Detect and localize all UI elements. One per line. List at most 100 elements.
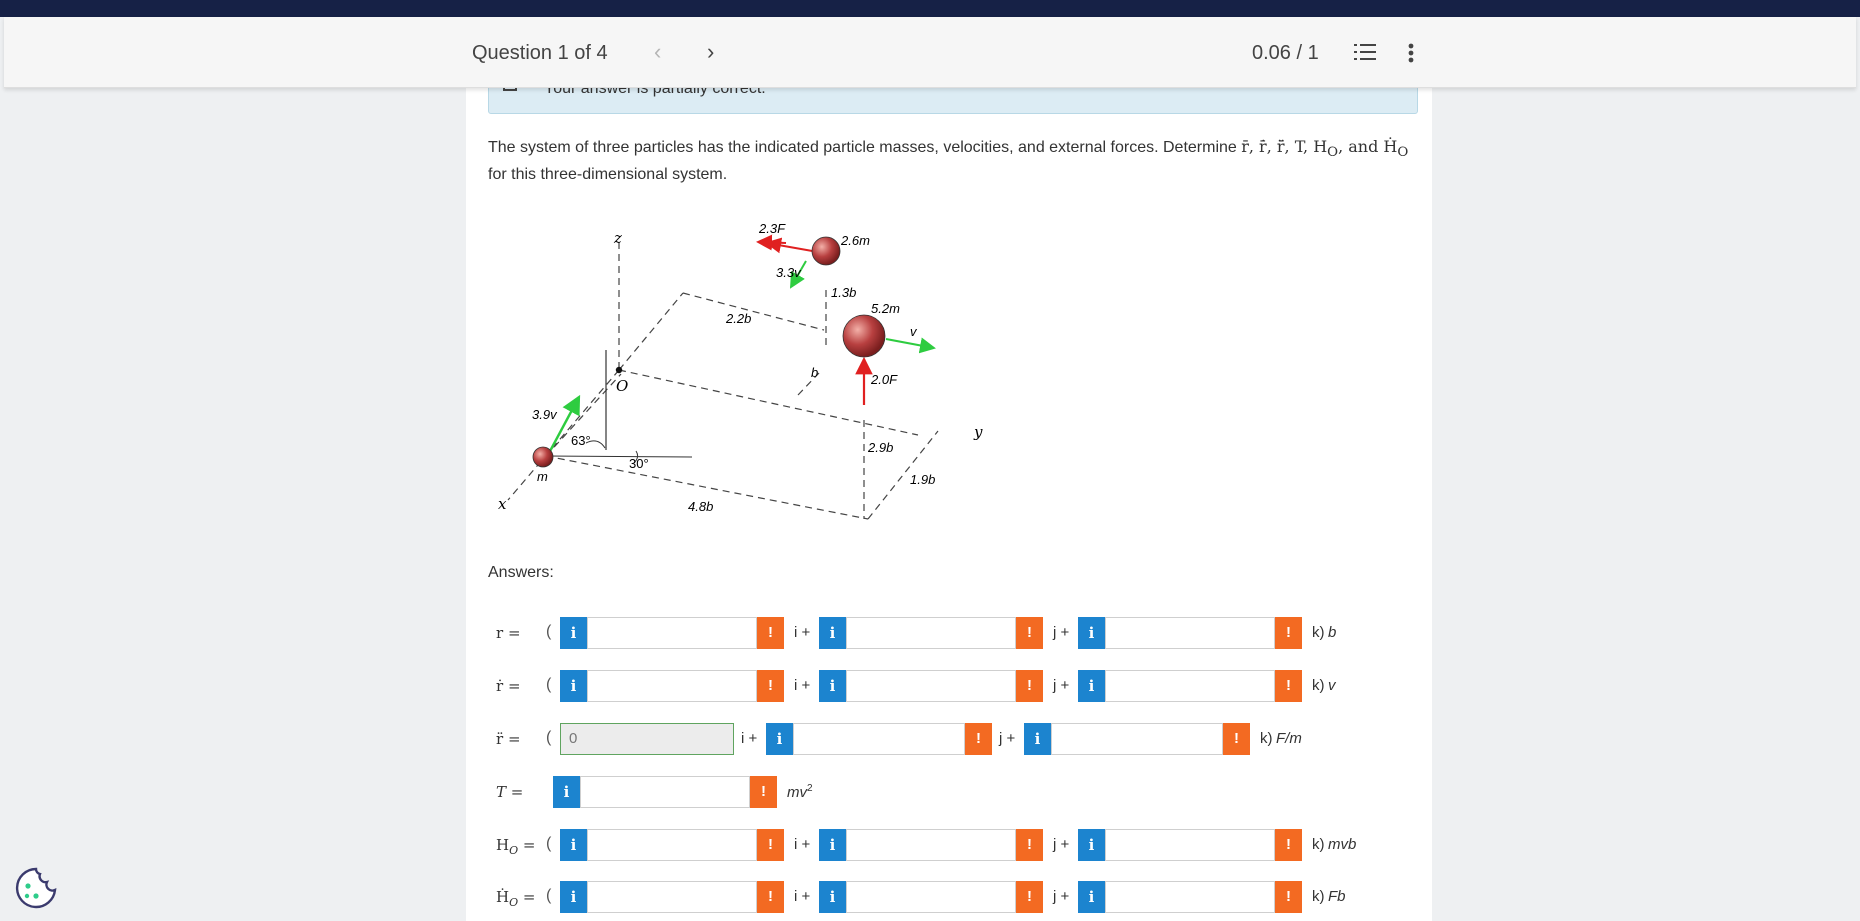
chevron-left-icon[interactable]: ‹	[654, 39, 661, 65]
question-header: Question 1 of 4 ‹ › 0.06 / 1	[4, 17, 1856, 88]
particle-top	[811, 236, 841, 266]
unit-label: v	[1328, 677, 1336, 694]
kebab-menu-icon[interactable]	[1408, 43, 1414, 68]
warning-button[interactable]: !	[1016, 617, 1043, 649]
chevron-right-icon[interactable]: ›	[707, 39, 714, 65]
warning-button[interactable]: !	[757, 617, 784, 649]
warning-button[interactable]: !	[1016, 670, 1043, 702]
info-button[interactable]: i	[819, 617, 846, 649]
rdot-i-input[interactable]	[587, 670, 757, 702]
particle-left	[532, 446, 554, 468]
warning-button[interactable]: !	[1016, 829, 1043, 861]
answer-row-r-ddot: r̈ = ( 0 i + i ! j + i ! k) F/m	[488, 722, 1488, 756]
warning-button[interactable]: !	[1275, 881, 1302, 913]
label-force-top: 2.3F	[758, 221, 786, 236]
hodot-j-input[interactable]	[846, 881, 1016, 913]
list-icon[interactable]	[1354, 42, 1376, 67]
info-button[interactable]: i	[553, 776, 580, 808]
info-button[interactable]: i	[1078, 881, 1105, 913]
row-label: ṙ =	[496, 677, 521, 695]
info-button[interactable]: i	[1078, 829, 1105, 861]
warning-button[interactable]: !	[965, 723, 992, 755]
question-and: , and Ḣ	[1338, 137, 1398, 156]
score-display: 0.06 / 1	[1252, 42, 1319, 64]
question-text-after: for this three-dimensional system.	[488, 166, 728, 184]
i-label: i +	[741, 730, 758, 747]
info-button[interactable]: i	[1078, 617, 1105, 649]
warning-button[interactable]: !	[1275, 829, 1302, 861]
warning-button[interactable]: !	[757, 670, 784, 702]
rddot-k-input[interactable]	[1051, 723, 1223, 755]
label-dim-19b: 1.9b	[910, 472, 935, 487]
label-axis-z: z	[613, 229, 622, 247]
label-angle-30: 30°	[629, 456, 649, 471]
info-button[interactable]: i	[819, 670, 846, 702]
question-text: The system of three particles has the in…	[488, 136, 1418, 186]
question-symbols: r̄, ṙ̄, r̈̄, T, H	[1241, 137, 1328, 156]
label-vel-top: 3.3v	[776, 265, 802, 280]
answer-row-ho: HO = ( i ! i + i ! j + i ! k) mvb	[488, 828, 1488, 862]
rdot-j-input[interactable]	[846, 670, 1016, 702]
t-input[interactable]	[580, 776, 750, 808]
warning-button[interactable]: !	[1016, 881, 1043, 913]
rddot-j-input[interactable]	[793, 723, 965, 755]
question-text-before: The system of three particles has the in…	[488, 139, 1242, 156]
label-mass-top: 2.6m	[840, 233, 870, 248]
row-label: T =	[496, 783, 524, 801]
j-label: j +	[1053, 836, 1070, 853]
k-label: k)	[1312, 888, 1325, 905]
ho-i-input[interactable]	[587, 829, 757, 861]
row-label: r̈ =	[496, 730, 521, 748]
warning-button[interactable]: !	[750, 776, 777, 808]
warning-button[interactable]: !	[757, 829, 784, 861]
unit-label: F/m	[1276, 730, 1302, 747]
open-paren: (	[546, 623, 552, 640]
cookie-icon[interactable]	[14, 866, 58, 915]
label-vel-left: 3.9v	[532, 407, 558, 422]
open-paren: (	[546, 835, 552, 852]
info-button[interactable]: i	[819, 881, 846, 913]
label-axis-y: y	[973, 423, 983, 441]
unit-label: Fb	[1328, 888, 1346, 905]
hodot-i-input[interactable]	[587, 881, 757, 913]
row-label: HO =	[496, 836, 536, 857]
warning-button[interactable]: !	[1223, 723, 1250, 755]
particle-system-figure: 2.3F 2.6m 3.3v 1.3b 5.2m v 2.2b b 2.0F z…	[488, 205, 1013, 535]
k-label: k)	[1312, 624, 1325, 641]
j-label: j +	[1053, 624, 1070, 641]
open-paren: (	[546, 887, 552, 904]
label-vel-mid: v	[910, 324, 918, 339]
particle-mid	[842, 314, 886, 358]
info-button[interactable]: i	[560, 829, 587, 861]
info-button[interactable]: i	[1024, 723, 1051, 755]
unit-label: mv2	[787, 783, 813, 801]
rdot-k-input[interactable]	[1105, 670, 1275, 702]
i-label: i +	[794, 677, 811, 694]
rddot-i-input[interactable]: 0	[560, 723, 734, 755]
label-angle-63: 63°	[571, 433, 591, 448]
info-button[interactable]: i	[560, 617, 587, 649]
info-button[interactable]: i	[560, 881, 587, 913]
label-dim-48b: 4.8b	[688, 499, 713, 514]
r-k-input[interactable]	[1105, 617, 1275, 649]
k-label: k)	[1312, 836, 1325, 853]
ho-j-input[interactable]	[846, 829, 1016, 861]
r-i-input[interactable]	[587, 617, 757, 649]
ho-k-input[interactable]	[1105, 829, 1275, 861]
info-button[interactable]: i	[819, 829, 846, 861]
answer-row-t: T = i ! mv2	[488, 775, 1488, 809]
warning-button[interactable]: !	[757, 881, 784, 913]
warning-button[interactable]: !	[1275, 670, 1302, 702]
r-j-input[interactable]	[846, 617, 1016, 649]
warning-button[interactable]: !	[1275, 617, 1302, 649]
open-paren: (	[546, 729, 552, 746]
answer-row-r: r = ( i ! i + i ! j + i ! k) b	[488, 616, 1488, 650]
info-button[interactable]: i	[560, 670, 587, 702]
hodot-k-input[interactable]	[1105, 881, 1275, 913]
j-label: j +	[1053, 888, 1070, 905]
k-label: k)	[1312, 677, 1325, 694]
info-button[interactable]: i	[1078, 670, 1105, 702]
open-paren: (	[546, 676, 552, 693]
info-button[interactable]: i	[766, 723, 793, 755]
answers-label: Answers:	[488, 564, 554, 581]
